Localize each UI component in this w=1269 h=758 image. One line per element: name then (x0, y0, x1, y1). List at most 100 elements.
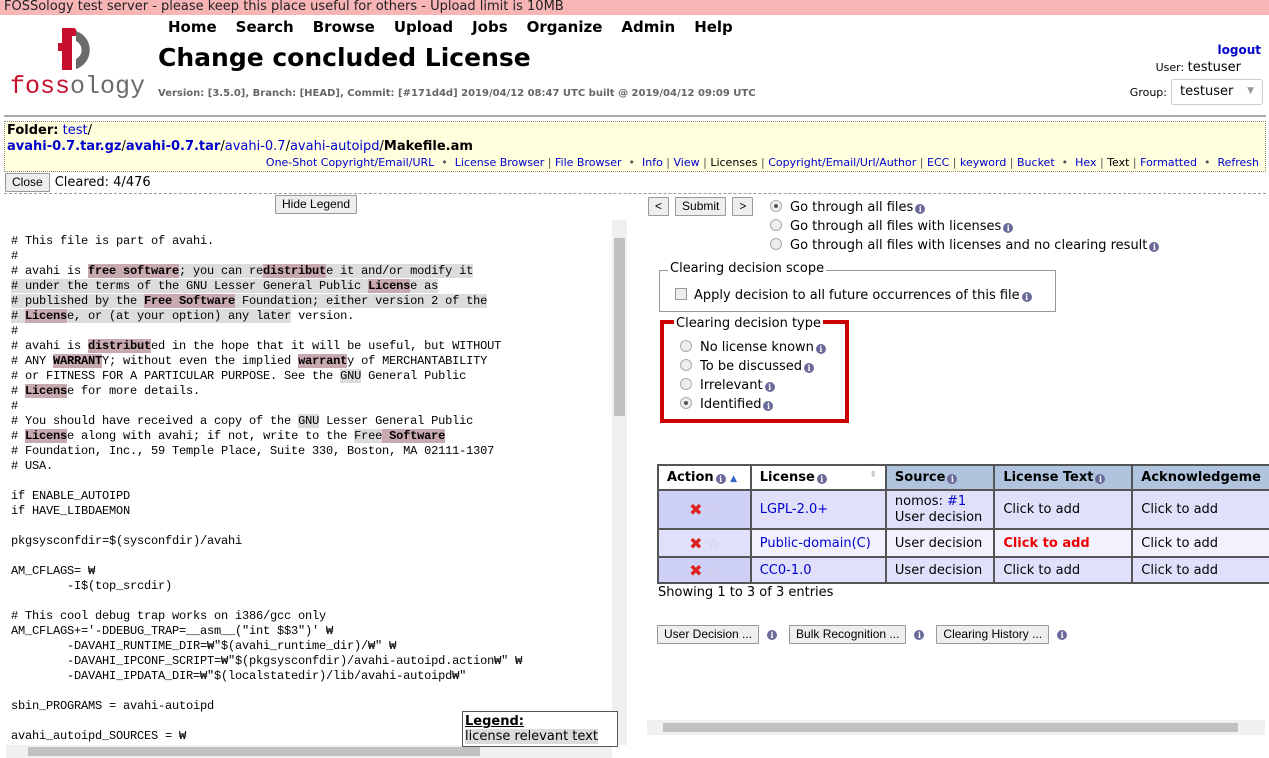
delete-icon[interactable]: ✖ (689, 534, 702, 553)
nav-jobs[interactable]: Jobs (472, 18, 508, 36)
info-icon[interactable]: i (1003, 223, 1014, 233)
source-agent: nomos: (894, 493, 948, 509)
nav-upload[interactable]: Upload (394, 18, 453, 36)
table-row: ✖ ☆ Public-domain(C) User decision Click to… (657, 528, 1269, 558)
tool-link[interactable]: License Browser (455, 156, 545, 169)
tool-link[interactable]: ECC (927, 156, 949, 169)
col-acknowledgement[interactable]: Acknowledgeme (1131, 464, 1269, 491)
scroll-thumb[interactable] (28, 747, 480, 756)
col-license[interactable]: License i ⬍ (749, 464, 887, 491)
license-text-cell[interactable]: Click to add (993, 556, 1134, 584)
radio-button[interactable] (680, 397, 692, 409)
info-icon[interactable]: i (1057, 629, 1068, 640)
info-icon[interactable]: i (767, 629, 778, 640)
tool-link[interactable]: Formatted (1140, 156, 1197, 169)
radio-button[interactable] (680, 340, 692, 352)
nav-search[interactable]: Search (236, 18, 294, 36)
nav-organize[interactable]: Organize (527, 18, 603, 36)
go-through-option[interactable]: Go through all files with licenses and n… (770, 236, 1160, 255)
radio-button[interactable] (770, 238, 782, 250)
info-icon[interactable]: i (915, 204, 926, 214)
acknowledgement-cell[interactable]: Click to add (1131, 528, 1269, 558)
info-icon[interactable]: i (763, 401, 774, 411)
acknowledgement-cell[interactable]: Click to add (1131, 489, 1269, 530)
clearing-type-fieldset: Clearing decision type No license known i… (660, 316, 849, 423)
code-vertical-scrollbar[interactable] (612, 220, 627, 745)
delete-icon[interactable]: ✖ (689, 561, 702, 580)
bulk-recognition-button[interactable]: Bulk Recognition ... (789, 625, 907, 644)
nav-help[interactable]: Help (694, 18, 733, 36)
nav-browse[interactable]: Browse (313, 18, 375, 36)
go-through-option[interactable]: Go through all files with licenses i (770, 217, 1159, 236)
apply-future-checkbox[interactable] (675, 288, 687, 300)
user-decision-button[interactable]: User Decision ... (657, 625, 760, 644)
info-icon[interactable]: i (715, 474, 726, 484)
close-button[interactable]: Close (5, 173, 50, 192)
nav-home[interactable]: Home (168, 18, 217, 36)
star-icon[interactable]: ☆ (703, 503, 720, 519)
decision-type-option[interactable]: To be discussed i (680, 357, 826, 376)
radio-button[interactable] (680, 378, 692, 390)
license-link[interactable]: CC0-1.0 (760, 563, 812, 578)
group-select[interactable]: testuser (1171, 79, 1263, 105)
tool-link[interactable]: Hex (1075, 156, 1096, 169)
breadcrumb-link[interactable]: avahi-autoipd (290, 139, 380, 154)
submit-button[interactable]: Submit (675, 197, 727, 216)
decision-type-option[interactable]: No license known i (680, 338, 826, 357)
radio-button[interactable] (770, 200, 782, 212)
tool-link[interactable]: Bucket (1017, 156, 1055, 169)
breadcrumb-link[interactable]: avahi-0.7.tar.gz (7, 139, 121, 154)
tool-link[interactable]: One-Shot Copyright/Email/URL (266, 156, 434, 169)
info-icon[interactable]: i (764, 382, 775, 392)
radio-button[interactable] (680, 359, 692, 371)
license-link[interactable]: LGPL-2.0+ (760, 502, 828, 517)
delete-icon[interactable]: ✖ (689, 500, 702, 519)
decision-type-option[interactable]: Identified i (680, 395, 826, 414)
license-text-cell[interactable]: Click to add (993, 528, 1134, 558)
license-text-cell[interactable]: Click to add (993, 489, 1134, 530)
info-icon[interactable]: i (1149, 242, 1160, 252)
info-icon[interactable]: i (815, 344, 826, 354)
nav-admin[interactable]: Admin (621, 18, 675, 36)
view-tools: One-Shot Copyright/Email/URL • License B… (7, 155, 1263, 170)
tool-link[interactable]: File Browser (555, 156, 621, 169)
tool-link[interactable]: Info (642, 156, 663, 169)
code-text: # (11, 324, 19, 338)
col-source[interactable]: Source i (884, 464, 996, 491)
tool-link[interactable]: keyword (960, 156, 1006, 169)
decision-type-option[interactable]: Irrelevant i (680, 376, 826, 395)
tool-link[interactable]: Refresh (1217, 156, 1259, 169)
info-icon[interactable]: i (914, 629, 925, 640)
go-through-option[interactable]: Go through all files i (770, 198, 1159, 217)
clearing-history-button[interactable]: Clearing History ... (936, 625, 1050, 644)
breadcrumb-link[interactable]: avahi-0.7 (225, 139, 286, 154)
col-action[interactable]: Action i ▲ (657, 464, 752, 491)
logout-link[interactable]: logout (1218, 43, 1261, 57)
acknowledgement-cell[interactable]: Click to add (1131, 556, 1269, 584)
license-link[interactable]: Public-domain(C) (760, 536, 871, 551)
separator: • (1054, 156, 1076, 169)
license-keyword: distribut (263, 264, 327, 278)
folder-link[interactable]: test (63, 123, 88, 138)
scroll-thumb[interactable] (663, 723, 1238, 732)
info-icon[interactable]: i (1021, 292, 1032, 302)
prev-button[interactable]: < (648, 197, 670, 216)
next-button[interactable]: > (732, 197, 754, 216)
info-icon[interactable]: i (804, 363, 815, 373)
info-icon[interactable]: i (947, 474, 958, 484)
tool-link[interactable]: View (674, 156, 700, 169)
license-relevant-text: # under the terms of the GNU Lesser Gene… (11, 279, 369, 293)
scroll-thumb[interactable] (614, 238, 625, 416)
hide-legend-button[interactable]: Hide Legend (275, 195, 358, 214)
star-icon[interactable]: ☆ (703, 537, 720, 553)
info-icon[interactable]: i (816, 474, 827, 484)
source-link[interactable]: #1 (947, 494, 966, 509)
star-icon[interactable]: ☆ (703, 564, 720, 580)
radio-button[interactable] (770, 219, 782, 231)
fossology-logo[interactable]: foss ology (10, 25, 150, 100)
info-icon[interactable]: i (1095, 474, 1106, 484)
right-horizontal-scrollbar[interactable] (647, 720, 1265, 735)
breadcrumb-link[interactable]: avahi-0.7.tar (126, 139, 221, 154)
tool-link[interactable]: Copyright/Email/Url/Author (768, 156, 916, 169)
col-license-text[interactable]: License Text i (993, 464, 1134, 491)
